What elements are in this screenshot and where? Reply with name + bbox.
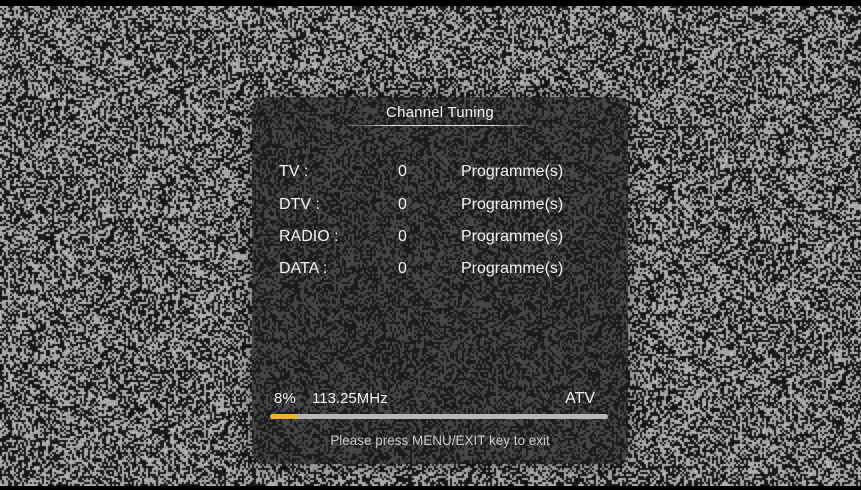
scan-mode: ATV xyxy=(565,390,595,407)
top-letterbox xyxy=(0,0,861,6)
data-unit: Programme(s) xyxy=(461,260,564,277)
tv-screen: Channel Tuning TV : 0 Programme(s) DTV :… xyxy=(0,0,861,490)
scan-status: 8% 113.25MHz ATV xyxy=(252,390,628,410)
tv-count: 0 xyxy=(398,163,407,180)
channel-tuning-dialog: Channel Tuning TV : 0 Programme(s) DTV :… xyxy=(252,97,628,464)
scan-frequency: 113.25MHz xyxy=(312,390,388,407)
data-count-row: DATA : 0 Programme(s) xyxy=(252,260,628,282)
dtv-label: DTV : xyxy=(279,196,320,213)
tv-unit: Programme(s) xyxy=(461,163,564,180)
data-label: DATA : xyxy=(279,260,328,277)
dtv-count: 0 xyxy=(398,196,407,213)
title-underline xyxy=(341,125,539,126)
dtv-count-row: DTV : 0 Programme(s) xyxy=(252,196,628,218)
dtv-unit: Programme(s) xyxy=(461,196,564,213)
scan-progress-fill xyxy=(270,414,297,419)
scan-progress-percent: 8% xyxy=(274,390,296,407)
radio-count: 0 xyxy=(398,228,407,245)
tv-count-row: TV : 0 Programme(s) xyxy=(252,163,628,185)
tv-label: TV : xyxy=(279,163,309,180)
bottom-letterbox xyxy=(0,486,861,490)
radio-unit: Programme(s) xyxy=(461,228,564,245)
dialog-title: Channel Tuning xyxy=(386,104,494,121)
scan-progress-bar xyxy=(270,414,608,419)
data-count: 0 xyxy=(398,260,407,277)
exit-hint: Please press MENU/EXIT key to exit xyxy=(330,433,550,448)
radio-count-row: RADIO : 0 Programme(s) xyxy=(252,228,628,250)
radio-label: RADIO : xyxy=(279,228,339,245)
